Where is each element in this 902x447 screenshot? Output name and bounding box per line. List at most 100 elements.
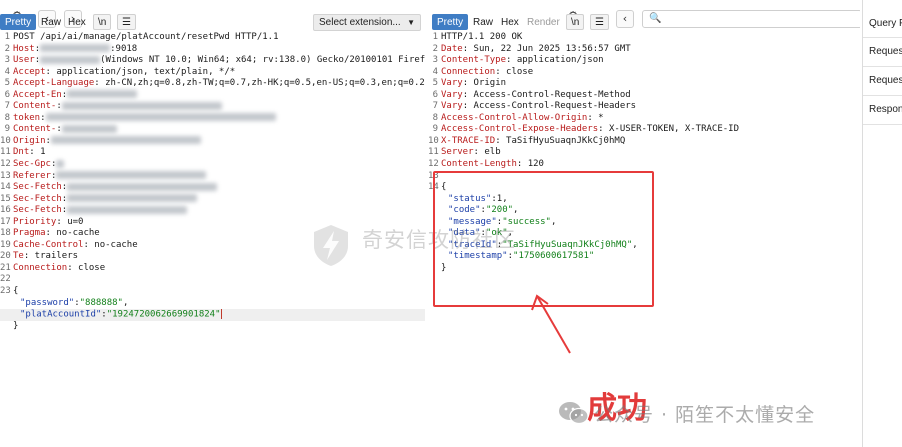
header-line: Server: elb bbox=[441, 147, 501, 159]
header-name: Accept-Language bbox=[13, 78, 95, 89]
line-number: 14 bbox=[0, 182, 11, 193]
request-line: 7 Content-: bbox=[0, 101, 425, 113]
request-line: "platAccountId":"1924720062669901824" bbox=[0, 309, 425, 321]
header-name: Connection bbox=[441, 66, 496, 77]
redacted-value bbox=[56, 159, 65, 168]
request-line: 14 Sec-Fetch: bbox=[0, 182, 425, 194]
header-name: Referer bbox=[13, 170, 51, 181]
request-line: 11 Dnt: 1 bbox=[0, 147, 425, 159]
code-text: { bbox=[13, 286, 19, 297]
header-name: Access-Control-Allow-Origin bbox=[441, 112, 588, 123]
line-number: 6 bbox=[432, 89, 438, 100]
response-line: 9 Access-Control-Expose-Headers: X-USER-T… bbox=[428, 124, 860, 136]
header-value: application/json, text/plain, */* bbox=[50, 66, 236, 77]
line-number: 10 bbox=[0, 135, 11, 146]
select-extension-dropdown[interactable]: Select extension... ▼ bbox=[313, 14, 421, 31]
header-value: TaSifHyuSuaqnJKkCj0hMQ bbox=[500, 135, 626, 146]
request-line: 13 Referer: bbox=[0, 171, 425, 183]
request-line: 4 Accept: application/json, text/plain, *… bbox=[0, 67, 425, 79]
json-key: "password" bbox=[20, 297, 75, 308]
response-hex-tab[interactable]: Hex bbox=[496, 14, 524, 30]
redacted-value bbox=[67, 182, 218, 191]
header-value: 120 bbox=[522, 159, 544, 170]
header-line: Connection: close bbox=[441, 67, 533, 79]
header-line: Content-: bbox=[13, 124, 117, 136]
response-render-tab[interactable]: Render bbox=[522, 14, 565, 30]
json-value: "1924720062669901824" bbox=[106, 309, 221, 320]
response-line: 2 Date: Sun, 22 Jun 2025 13:56:57 GMT bbox=[428, 44, 860, 56]
header-name: Server bbox=[441, 147, 474, 158]
redacted-value bbox=[61, 124, 117, 133]
line-number: 13 bbox=[0, 170, 11, 181]
response-pretty-tab[interactable]: Pretty bbox=[432, 14, 469, 30]
json-line: "password":"888888", bbox=[20, 298, 128, 310]
line-number: 21 bbox=[0, 262, 11, 273]
response-raw-tab[interactable]: Raw bbox=[468, 14, 498, 30]
header-line: Dnt: 1 bbox=[13, 147, 46, 159]
watermark-bottom-text: 公众号 · 陌笙不太懂安全 bbox=[594, 404, 816, 426]
request-line: 15 Sec-Fetch: bbox=[0, 194, 425, 206]
redacted-value bbox=[50, 136, 201, 145]
header-name: Connection bbox=[13, 262, 68, 273]
redacted-value bbox=[67, 90, 138, 99]
header-line: Accept-En: bbox=[13, 90, 138, 102]
text-cursor bbox=[220, 309, 222, 320]
chevron-down-icon: ▼ bbox=[407, 18, 415, 27]
line-number: 7 bbox=[4, 101, 10, 112]
response-line: 3 Content-Type: application/json bbox=[428, 55, 860, 67]
request-line: 21 Connection: close bbox=[0, 263, 425, 275]
search-input[interactable]: 🔍 bbox=[642, 10, 860, 28]
redacted-value bbox=[67, 205, 188, 214]
line-number: 5 bbox=[432, 78, 438, 89]
line-number: 8 bbox=[4, 112, 10, 123]
request-menu-icon[interactable]: ☰ bbox=[117, 14, 136, 30]
header-name: Content-Length bbox=[441, 159, 517, 170]
header-colon: : bbox=[56, 101, 62, 112]
header-value: trailers bbox=[29, 251, 79, 262]
inspector-panel: Query P Request Request Respons bbox=[862, 0, 902, 447]
header-name: Origin bbox=[13, 135, 46, 146]
line-number: 9 bbox=[4, 124, 10, 135]
request-hex-tab[interactable]: Hex bbox=[63, 14, 91, 30]
header-value: application/json bbox=[511, 55, 604, 66]
header-name: Te bbox=[13, 251, 24, 262]
response-newline-toggle[interactable]: \n bbox=[566, 14, 585, 30]
line-number: 18 bbox=[0, 228, 11, 239]
header-value: Access-Control-Request-Method bbox=[468, 89, 631, 100]
header-name: Date bbox=[441, 43, 463, 54]
header-value: no-cache bbox=[50, 228, 100, 239]
inspector-query-params[interactable]: Query P bbox=[863, 0, 902, 38]
request-pretty-tab[interactable]: Pretty bbox=[0, 14, 37, 30]
json-line: "platAccountId":"1924720062669901824" bbox=[20, 309, 222, 321]
line-number: 16 bbox=[0, 205, 11, 216]
header-name: Dnt bbox=[13, 147, 30, 158]
request-toolbar: ⚙ ‹ › Pretty Raw Hex \n ☰ Select extensi… bbox=[0, 0, 425, 31]
header-name: Host bbox=[13, 43, 35, 54]
header-name: Priority bbox=[13, 216, 57, 227]
response-line: 7 Vary: Access-Control-Request-Headers bbox=[428, 101, 860, 113]
header-line: Vary: Access-Control-Request-Method bbox=[441, 90, 631, 102]
line-number: 2 bbox=[432, 43, 438, 54]
header-name: Vary bbox=[441, 89, 463, 100]
line-number: 20 bbox=[0, 251, 11, 262]
header-line: Cache-Control: no-cache bbox=[13, 240, 138, 252]
header-name: Cache-Control bbox=[13, 239, 84, 250]
request-raw-tab[interactable]: Raw bbox=[36, 14, 66, 30]
header-name: Access-Control-Expose-Headers bbox=[441, 124, 599, 135]
response-menu-icon[interactable]: ☰ bbox=[590, 14, 609, 30]
inspector-response-headers[interactable]: Respons bbox=[863, 96, 902, 125]
response-line: 1 HTTP/1.1 200 OK bbox=[428, 32, 860, 44]
search-icon: 🔍 bbox=[649, 13, 662, 24]
request-editor[interactable]: 1 POST /api/ai/manage/platAccount/resetPw… bbox=[0, 32, 425, 332]
header-line: Content-: bbox=[13, 101, 222, 113]
request-line: } bbox=[0, 321, 425, 333]
code-text: HTTP/1.1 200 OK bbox=[441, 32, 523, 42]
inspector-request-headers[interactable]: Request bbox=[863, 67, 902, 96]
request-newline-toggle[interactable]: \n bbox=[93, 14, 112, 30]
header-value: close bbox=[500, 66, 534, 77]
request-line: 5 Accept-Language: zh-CN,zh;q=0.8,zh-TW;q… bbox=[0, 78, 425, 90]
header-line: Origin: bbox=[13, 136, 201, 148]
chevron-left-icon[interactable]: ‹ bbox=[616, 10, 634, 28]
inspector-request-attributes[interactable]: Request bbox=[863, 38, 902, 67]
json-value: "888888" bbox=[79, 297, 123, 308]
